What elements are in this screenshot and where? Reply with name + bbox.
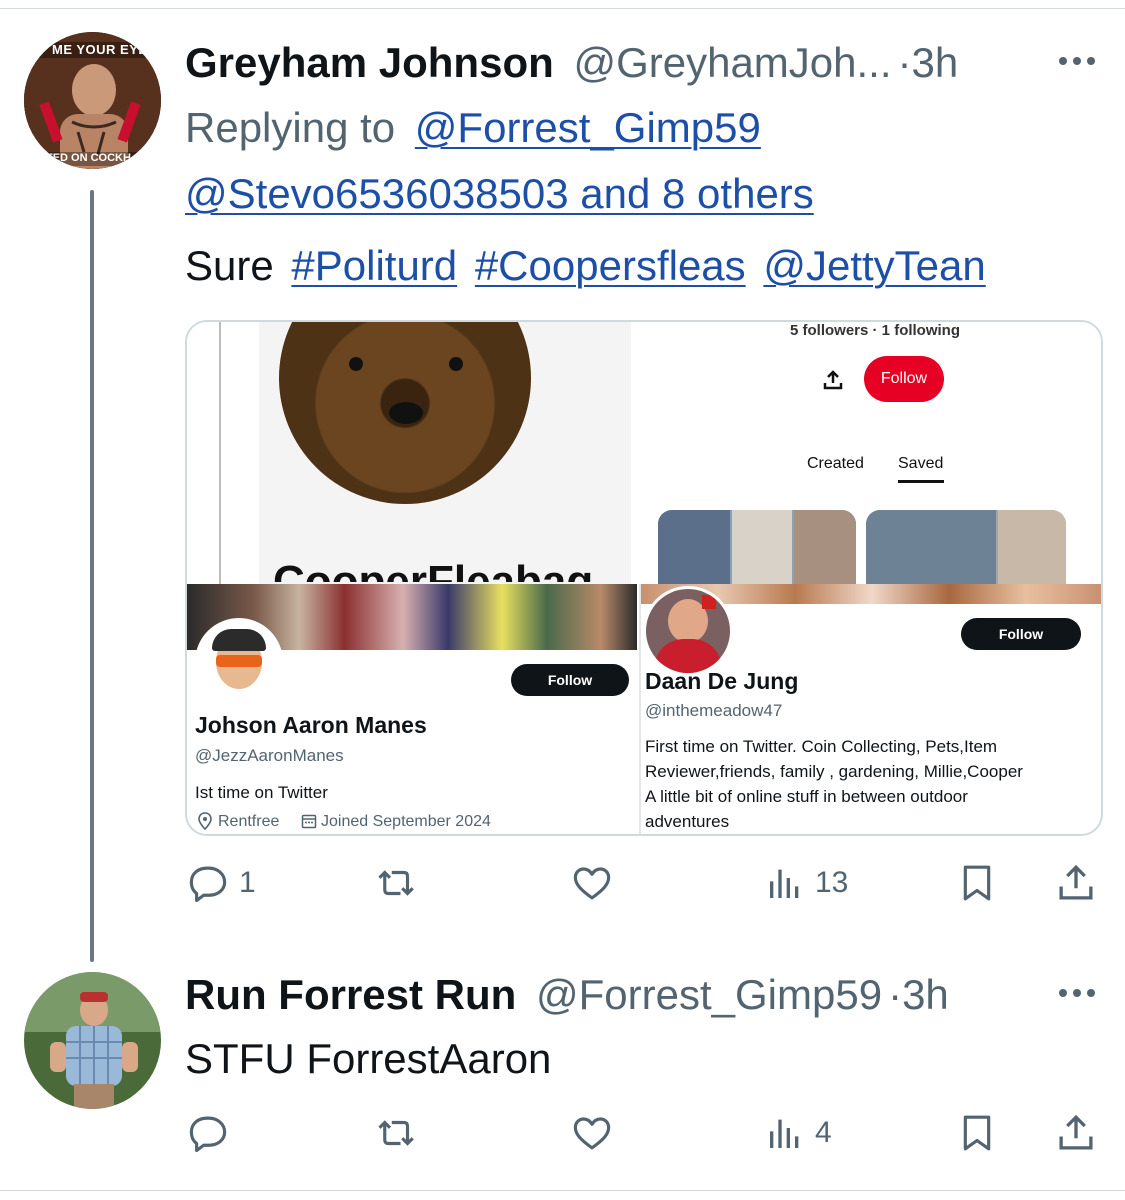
user-handle[interactable]: @Forrest_Gimp59 <box>536 971 882 1018</box>
dog-nose <box>389 402 423 424</box>
separator-dot: · <box>888 971 903 1018</box>
profile-bio-line-4: adventures <box>645 812 730 831</box>
right-follow-button[interactable]: Follow <box>961 618 1081 650</box>
tweet-actions: 4 <box>185 1108 1105 1158</box>
tab-saved[interactable]: Saved <box>898 455 943 473</box>
profile-location: Rentfree <box>218 813 280 830</box>
replying-to: Replying to @Forrest_Gimp59 <box>185 107 761 149</box>
share-button[interactable] <box>1055 1108 1097 1158</box>
views-icon <box>770 1119 799 1148</box>
hashtag-politurd[interactable]: #Politurd <box>291 242 457 289</box>
views-button[interactable]: 4 <box>765 1108 832 1158</box>
saved-board-1 <box>658 510 856 584</box>
avatar-caption-bottom: TED ON COCKH <box>46 152 131 164</box>
profile-handle: @JezzAaronManes <box>195 746 344 765</box>
reply-button[interactable] <box>187 1108 229 1158</box>
reply-mention-1[interactable]: @Forrest_Gimp59 <box>415 104 761 151</box>
repost-button[interactable] <box>375 858 419 908</box>
like-button[interactable] <box>571 1108 613 1158</box>
profile-avatar[interactable] <box>195 618 283 706</box>
more-icon[interactable] <box>1059 989 1099 1001</box>
dog-eye-left <box>349 357 363 371</box>
tweet-header: Run Forrest Run @Forrest_Gimp59·3h <box>185 974 949 1016</box>
tweet-actions: 1 13 <box>185 858 1105 908</box>
repost-icon <box>378 870 414 896</box>
share-button[interactable] <box>1055 858 1097 908</box>
like-icon <box>573 1117 611 1150</box>
follow-label: Follow <box>998 626 1044 642</box>
like-button[interactable] <box>571 858 613 908</box>
profile-name: Johson Aaron Manes <box>195 712 427 738</box>
reply-icon <box>189 866 227 903</box>
avatar-caption-top: ME YOUR EYE <box>52 42 148 57</box>
follow-label: Follow <box>880 370 928 387</box>
views-count: 4 <box>815 1116 832 1149</box>
tweet-text: STFU ForrestAaron <box>185 1035 552 1082</box>
profile-bio-line-2: Reviewer,friends, family , gardening, Mi… <box>645 762 1023 781</box>
pinterest-profile-name: CooperFleabag <box>273 557 594 582</box>
pinterest-profile-panel: CooperFleabag <box>187 322 632 584</box>
tweet-text: Sure #Politurd #Coopersfleas @JettyTean <box>185 245 986 287</box>
replying-to-line-2: @Stevo6536038503 and 8 others <box>185 173 814 215</box>
share-icon[interactable] <box>822 369 844 391</box>
bottom-divider <box>0 1190 1125 1191</box>
more-icon[interactable] <box>1059 57 1099 69</box>
hashtag-coopersfleas[interactable]: #Coopersfleas <box>475 242 746 289</box>
profile-avatar-right[interactable] <box>643 586 733 676</box>
x-profile-right: Follow Daan De Jung @inthemeadow47 First… <box>639 584 1101 834</box>
profile-bio: Ist time on Twitter <box>195 783 328 802</box>
user-handle[interactable]: @GreyhamJoh... <box>573 39 891 86</box>
calendar-icon <box>301 814 317 829</box>
tab-created[interactable]: Created <box>807 455 864 473</box>
pinterest-follow-button[interactable]: Follow <box>864 356 944 402</box>
follower-stats: 5 followers · 1 following <box>790 322 961 339</box>
tweet-header: Greyham Johnson @GreyhamJoh... ·3h <box>185 42 958 84</box>
bookmark-button[interactable] <box>957 858 997 908</box>
mention-jettytean[interactable]: @JettyTean <box>763 242 985 289</box>
share-icon <box>1059 864 1093 900</box>
views-count: 13 <box>815 866 849 899</box>
display-name[interactable]: Greyham Johnson <box>185 39 554 86</box>
tweet-media[interactable]: CooperFleabag 5 followers · 1 following … <box>185 320 1103 836</box>
top-divider <box>0 8 1125 9</box>
timestamp[interactable]: 3h <box>902 971 949 1018</box>
panel-edge <box>219 322 221 584</box>
bookmark-icon <box>963 865 991 901</box>
profile-bio-line-3: A little bit of online stuff in between … <box>645 787 968 806</box>
like-icon <box>573 867 611 900</box>
timestamp[interactable]: 3h <box>912 39 959 86</box>
location-icon <box>198 812 212 830</box>
x-profile-left: Follow Johson Aaron Manes @JezzAaronMane… <box>187 584 637 834</box>
profile-joined: Joined September 2024 <box>321 813 491 830</box>
thread-connector <box>90 190 94 962</box>
avatar-forrest[interactable] <box>24 972 161 1109</box>
profile-handle-right: @inthemeadow47 <box>645 701 783 720</box>
reply-button[interactable]: 1 <box>187 858 256 908</box>
reply-count: 1 <box>239 866 256 899</box>
repost-button[interactable] <box>375 1108 419 1158</box>
repost-icon <box>378 1120 414 1146</box>
separator-dot: · <box>897 39 912 86</box>
replying-prefix: Replying to <box>185 104 396 151</box>
tab-saved-underline <box>898 480 944 483</box>
pinterest-stats-panel: 5 followers · 1 following Follow Created… <box>632 322 1101 584</box>
reply-icon <box>189 1116 227 1153</box>
avatar-greyham[interactable]: ME YOUR EYE TED ON COCKH <box>24 32 161 169</box>
profile-bio-line-1: First time on Twitter. Coin Collecting, … <box>645 737 998 756</box>
bookmark-button[interactable] <box>957 1108 997 1158</box>
views-button[interactable]: 13 <box>765 858 848 908</box>
saved-board-2 <box>866 510 1066 584</box>
follow-label: Follow <box>547 672 593 688</box>
reply-mention-2[interactable]: @Stevo6536038503 and 8 others <box>185 170 814 217</box>
views-icon <box>770 869 799 898</box>
profile-name-right: Daan De Jung <box>645 668 799 694</box>
share-icon <box>1059 1114 1093 1150</box>
avatar-image <box>24 972 161 1109</box>
tweet-word: Sure <box>185 242 274 289</box>
bookmark-icon <box>963 1115 991 1151</box>
dog-eye-right <box>449 357 463 371</box>
left-follow-button[interactable]: Follow <box>511 664 629 696</box>
display-name[interactable]: Run Forrest Run <box>185 971 516 1018</box>
